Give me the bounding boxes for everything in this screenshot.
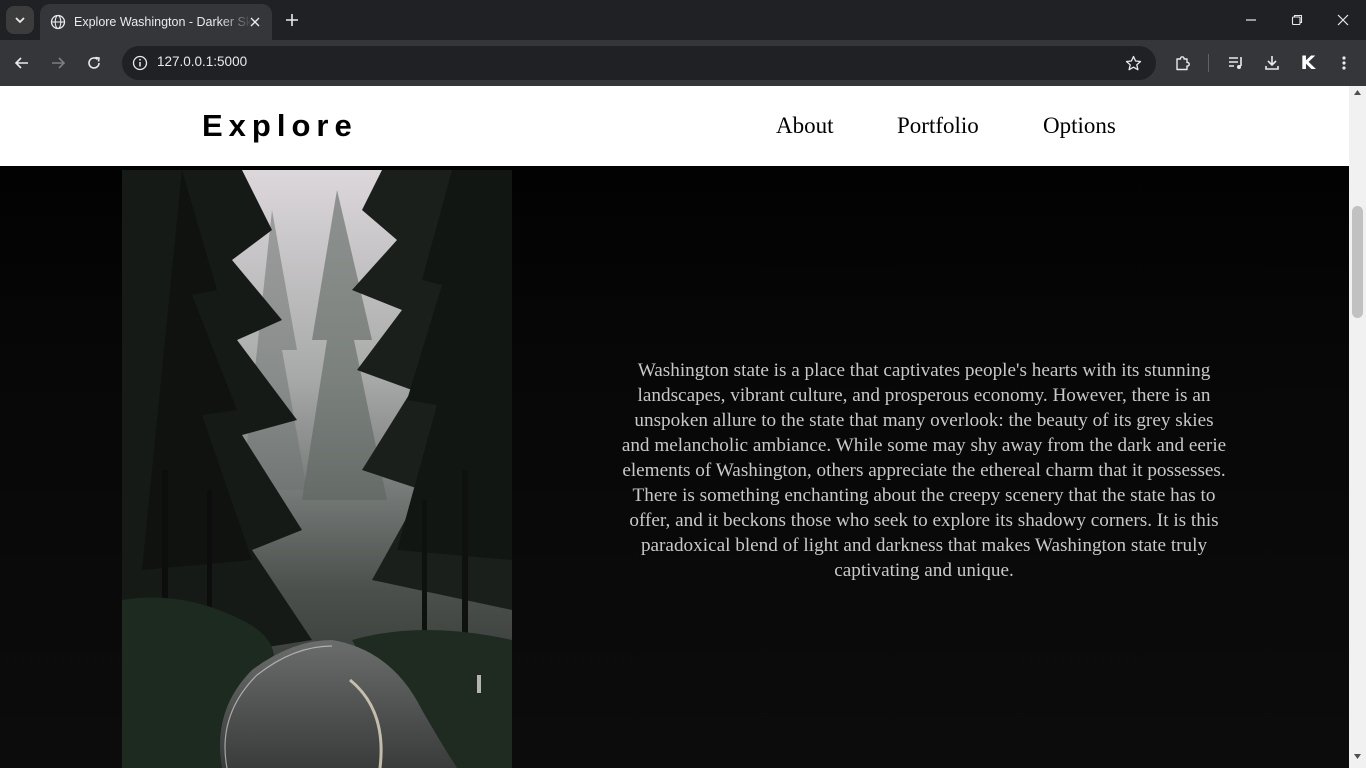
site-info-button[interactable] <box>128 51 152 75</box>
page-scrollbar[interactable] <box>1349 86 1366 768</box>
site-brand[interactable]: Explore <box>202 108 358 144</box>
page-viewport: Explore About Portfolio Options Washingt… <box>0 86 1349 768</box>
url-text: 127.0.0.1:5000 <box>157 54 248 69</box>
browser-tab-strip: Explore Washington - Darker Skies <box>0 0 1366 40</box>
reload-icon <box>88 56 100 69</box>
more-vertical-icon <box>1342 56 1346 70</box>
scroll-up-button[interactable] <box>1349 88 1366 102</box>
nav-portfolio-link[interactable]: Portfolio <box>897 113 979 139</box>
browser-toolbar: 127.0.0.1:5000 <box>0 40 1366 86</box>
close-icon <box>1337 14 1349 26</box>
arrow-left-icon <box>14 57 28 69</box>
active-tab[interactable]: Explore Washington - Darker Skies <box>40 4 272 40</box>
scrollbar-thumb[interactable] <box>1352 206 1363 318</box>
globe-icon <box>50 14 66 30</box>
forest-road-photo <box>122 170 512 768</box>
reload-button[interactable] <box>79 48 109 78</box>
toolbar-divider <box>1208 54 1209 72</box>
arrow-right-icon <box>52 57 66 69</box>
intro-paragraph: Washington state is a place that captiva… <box>621 360 1227 581</box>
plus-icon <box>286 14 298 26</box>
downloads-button[interactable] <box>1257 48 1287 78</box>
new-tab-button[interactable] <box>280 8 304 32</box>
site-header: Explore About Portfolio Options <box>0 86 1349 166</box>
download-icon <box>1265 56 1279 70</box>
chevron-down-icon <box>15 17 25 24</box>
minimize-button[interactable] <box>1228 0 1274 40</box>
nav-about-link[interactable]: About <box>776 113 834 139</box>
triangle-up-icon <box>1354 90 1361 95</box>
tab-title: Explore Washington - Darker Skies <box>74 15 252 29</box>
star-icon <box>1125 55 1141 70</box>
restore-button[interactable] <box>1274 0 1320 40</box>
browser-menu-button[interactable] <box>1329 48 1359 78</box>
tab-close-button[interactable] <box>246 13 264 31</box>
close-window-button[interactable] <box>1320 0 1366 40</box>
tab-search-button[interactable] <box>6 6 34 34</box>
playlist-icon <box>1229 57 1242 69</box>
scroll-down-button[interactable] <box>1349 752 1366 766</box>
restore-icon <box>1291 14 1303 26</box>
bookmark-button[interactable] <box>1122 52 1144 74</box>
address-bar[interactable]: 127.0.0.1:5000 <box>122 46 1156 80</box>
media-controls-button[interactable] <box>1221 48 1251 78</box>
triangle-down-icon <box>1354 754 1361 759</box>
extensions-button[interactable] <box>1168 48 1198 78</box>
info-icon <box>132 55 148 71</box>
forward-button[interactable] <box>43 48 73 78</box>
back-button[interactable] <box>7 48 37 78</box>
minimize-icon <box>1246 19 1256 21</box>
puzzle-icon <box>1176 56 1190 71</box>
profile-avatar[interactable]: K <box>1296 51 1320 75</box>
nav-options-link[interactable]: Options <box>1043 113 1116 139</box>
close-icon <box>250 17 260 27</box>
